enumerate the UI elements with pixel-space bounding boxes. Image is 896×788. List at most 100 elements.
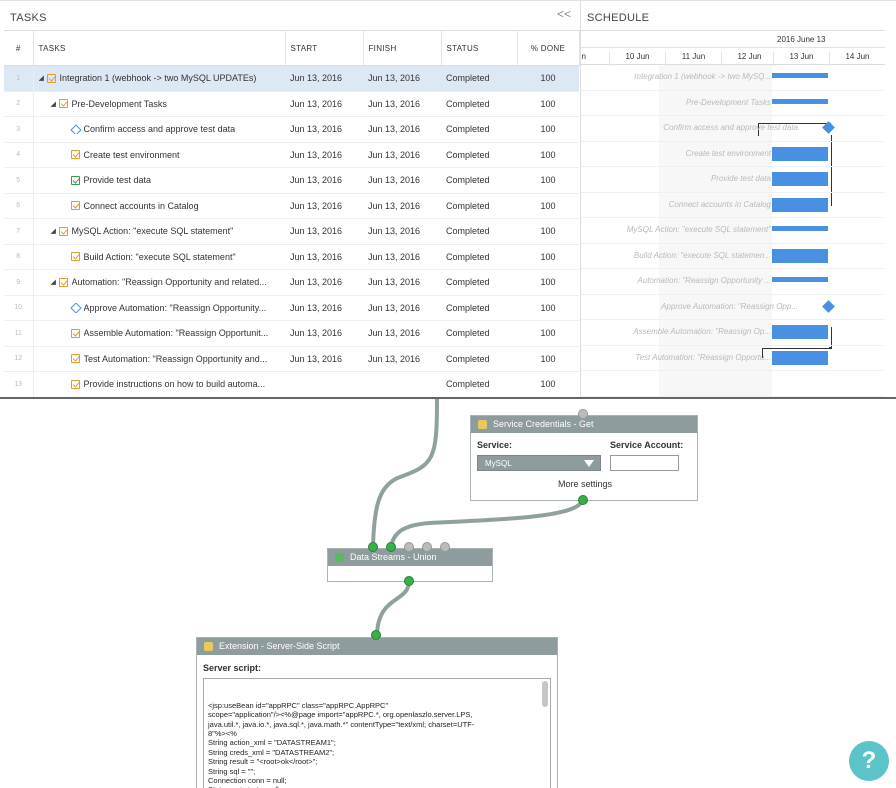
more-settings-link[interactable]: More settings xyxy=(558,479,612,489)
server-script-editor[interactable]: <jsp:useBean id="appRPC" class="appRPC.A… xyxy=(203,678,551,788)
finish-date[interactable]: Jun 13, 2016 xyxy=(363,65,441,92)
start-date[interactable]: Jun 13, 2016 xyxy=(285,167,363,194)
task-name-cell[interactable]: ◢ Pre-Development Tasks xyxy=(33,91,285,117)
start-date[interactable]: Jun 13, 2016 xyxy=(285,320,363,347)
finish-date[interactable]: Jun 13, 2016 xyxy=(363,193,441,219)
task-name-cell[interactable]: ◢ Automation: "Reassign Opportunity and r… xyxy=(33,269,285,296)
task-name-cell[interactable]: Approve Automation: "Reassign Opportunit… xyxy=(33,295,285,321)
expand-caret-icon[interactable]: ◢ xyxy=(51,227,59,235)
task-bar[interactable] xyxy=(772,197,828,212)
percent-done[interactable]: 100 xyxy=(517,371,579,398)
scrollbar[interactable] xyxy=(542,681,548,707)
task-row[interactable]: 5 Provide test data Jun 13, 2016 Jun 13, 20… xyxy=(4,167,579,194)
column-header-start[interactable]: START xyxy=(285,30,364,66)
task-row[interactable]: 7 ◢ MySQL Action: "execute SQL statement" J… xyxy=(4,218,579,245)
status-cell[interactable]: Completed xyxy=(441,244,517,270)
server-side-script-node[interactable]: Extension - Server-Side Script Server sc… xyxy=(196,637,558,788)
script-header[interactable]: Extension - Server-Side Script xyxy=(197,638,557,655)
output-port[interactable] xyxy=(578,495,588,505)
finish-date[interactable]: Jun 13, 2016 xyxy=(363,116,441,143)
percent-done[interactable]: 100 xyxy=(517,244,579,270)
finish-date[interactable]: Jun 13, 2016 xyxy=(363,269,441,296)
task-row[interactable]: 12 Test Automation: "Reassign Opportunity… xyxy=(4,346,579,372)
task-bar[interactable] xyxy=(772,350,828,365)
column-header-num[interactable]: # xyxy=(4,30,34,66)
start-date[interactable]: Jun 13, 2016 xyxy=(285,244,363,270)
start-date[interactable] xyxy=(285,371,363,398)
start-date[interactable]: Jun 13, 2016 xyxy=(285,193,363,219)
task-name-cell[interactable]: Connect accounts in Catalog xyxy=(33,193,285,219)
finish-date[interactable]: Jun 13, 2016 xyxy=(363,295,441,321)
percent-done[interactable]: 100 xyxy=(517,320,579,347)
finish-date[interactable]: Jun 13, 2016 xyxy=(363,91,441,117)
status-cell[interactable]: Completed xyxy=(441,218,517,245)
finish-date[interactable]: Jun 13, 2016 xyxy=(363,244,441,270)
task-bar[interactable] xyxy=(772,325,828,339)
finish-date[interactable]: Jun 13, 2016 xyxy=(363,167,441,194)
task-row[interactable]: 11 Assemble Automation: "Reassign Opportu… xyxy=(4,320,579,347)
status-cell[interactable]: Completed xyxy=(441,269,517,296)
status-cell[interactable]: Completed xyxy=(441,142,517,168)
status-cell[interactable]: Completed xyxy=(441,116,517,143)
start-date[interactable]: Jun 13, 2016 xyxy=(285,295,363,321)
column-header-status[interactable]: STATUS xyxy=(441,30,518,66)
input-port[interactable] xyxy=(440,542,450,552)
task-name-cell[interactable]: Confirm access and approve test data xyxy=(33,116,285,143)
service-account-field[interactable] xyxy=(610,455,679,471)
status-cell[interactable]: Completed xyxy=(441,193,517,219)
status-cell[interactable]: Completed xyxy=(441,320,517,347)
task-row[interactable]: 1 ◢ Integration 1 (webhook -> two MySQL UP… xyxy=(4,65,579,92)
finish-date[interactable] xyxy=(363,371,441,398)
status-cell[interactable]: Completed xyxy=(441,167,517,194)
status-cell[interactable]: Completed xyxy=(441,91,517,117)
summary-bar[interactable] xyxy=(772,226,828,231)
start-date[interactable]: Jun 13, 2016 xyxy=(285,346,363,372)
percent-done[interactable]: 100 xyxy=(517,269,579,296)
expand-caret-icon[interactable]: ◢ xyxy=(51,278,59,286)
summary-bar[interactable] xyxy=(772,98,828,104)
column-header-finish[interactable]: FINISH xyxy=(363,30,442,66)
task-row[interactable]: 3 Confirm access and approve test data Jun… xyxy=(4,116,579,143)
percent-done[interactable]: 100 xyxy=(517,116,579,143)
column-header-pct-done[interactable]: % DONE xyxy=(517,30,580,66)
finish-date[interactable]: Jun 13, 2016 xyxy=(363,218,441,245)
input-port[interactable] xyxy=(371,630,381,640)
task-row[interactable]: 4 Create test environment Jun 13, 2016 Jun … xyxy=(4,142,579,168)
summary-bar[interactable] xyxy=(772,73,828,78)
finish-date[interactable]: Jun 13, 2016 xyxy=(363,346,441,372)
service-credentials-node[interactable]: Service Credentials - Get Service: Servi… xyxy=(470,415,698,501)
input-port[interactable] xyxy=(422,542,432,552)
percent-done[interactable]: 100 xyxy=(517,218,579,245)
percent-done[interactable]: 100 xyxy=(517,193,579,219)
percent-done[interactable]: 100 xyxy=(517,295,579,321)
status-cell[interactable]: Completed xyxy=(441,65,517,92)
task-name-cell[interactable]: Assemble Automation: "Reassign Opportuni… xyxy=(33,320,285,347)
task-name-cell[interactable]: Create test environment xyxy=(33,142,285,168)
task-bar[interactable] xyxy=(772,146,828,161)
output-port[interactable] xyxy=(404,576,414,586)
task-name-cell[interactable]: Provide test data xyxy=(33,167,285,194)
collapse-pane-icon[interactable]: << xyxy=(557,7,571,21)
status-cell[interactable]: Completed xyxy=(441,371,517,398)
task-row[interactable]: 10 Approve Automation: "Reassign Opportun… xyxy=(4,295,579,321)
task-row[interactable]: 13 Provide instructions on how to build a… xyxy=(4,371,579,398)
task-row[interactable]: 9 ◢ Automation: "Reassign Opportunity and … xyxy=(4,269,579,296)
input-port[interactable] xyxy=(386,542,396,552)
expand-caret-icon[interactable]: ◢ xyxy=(39,74,47,82)
status-cell[interactable]: Completed xyxy=(441,295,517,321)
task-name-cell[interactable]: Provide instructions on how to build aut… xyxy=(33,371,285,398)
percent-done[interactable]: 100 xyxy=(517,91,579,117)
finish-date[interactable]: Jun 13, 2016 xyxy=(363,142,441,168)
task-bar[interactable] xyxy=(772,172,828,186)
task-name-cell[interactable]: Test Automation: "Reassign Opportunity a… xyxy=(33,346,285,372)
start-date[interactable]: Jun 13, 2016 xyxy=(285,91,363,117)
service-select[interactable]: MySQL xyxy=(477,455,601,471)
percent-done[interactable]: 100 xyxy=(517,346,579,372)
task-name-cell[interactable]: Build Action: "execute SQL statement" xyxy=(33,244,285,270)
percent-done[interactable]: 100 xyxy=(517,65,579,92)
start-date[interactable]: Jun 13, 2016 xyxy=(285,269,363,296)
task-row[interactable]: 8 Build Action: "execute SQL statement" Ju… xyxy=(4,244,579,270)
input-port[interactable] xyxy=(368,542,378,552)
percent-done[interactable]: 100 xyxy=(517,167,579,194)
input-port[interactable] xyxy=(578,409,588,419)
